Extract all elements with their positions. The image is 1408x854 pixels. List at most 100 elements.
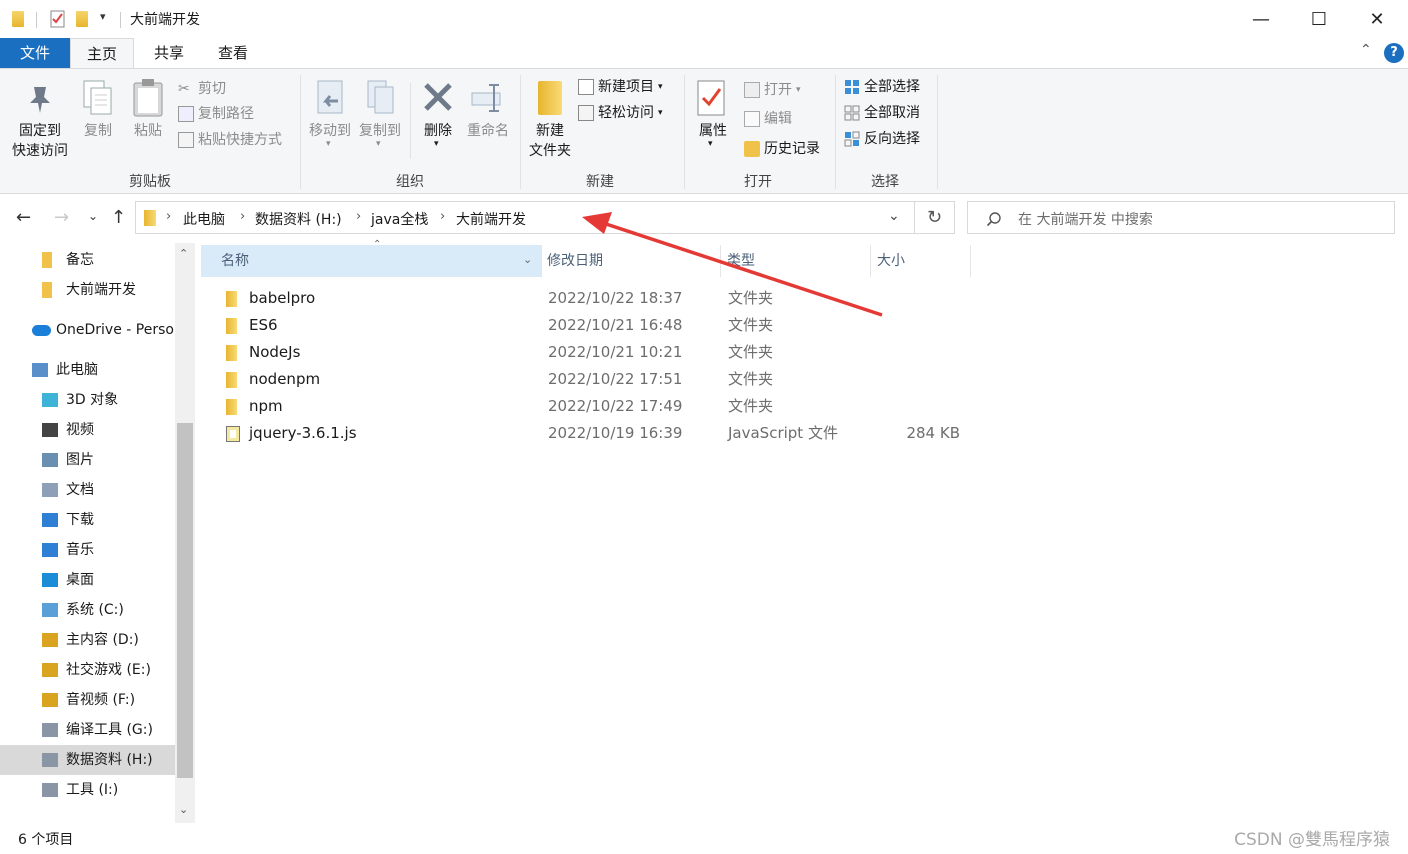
watermark: CSDN @雙馬程序猿 bbox=[1234, 830, 1390, 850]
video-icon bbox=[42, 423, 58, 437]
window-title: 大前端开发 bbox=[130, 12, 200, 28]
cut-button[interactable]: ✂ 剪切 bbox=[178, 79, 226, 99]
up-arrow-icon[interactable]: ↑ bbox=[111, 207, 126, 228]
nav-item[interactable]: 下载 bbox=[0, 505, 175, 535]
delete-button[interactable]: 删除 ▾ bbox=[416, 77, 460, 157]
back-arrow-icon[interactable]: ← bbox=[16, 207, 31, 228]
history-button[interactable]: 历史记录 bbox=[744, 139, 820, 159]
nav-item[interactable]: 文档 bbox=[0, 475, 175, 505]
file-modified: 2022/10/22 18:37 bbox=[548, 289, 683, 307]
file-row[interactable]: nodenpm 2022/10/22 17:51 文件夹 bbox=[220, 366, 980, 393]
nav-item[interactable]: OneDrive - Perso bbox=[0, 315, 175, 345]
file-row[interactable]: NodeJs 2022/10/21 10:21 文件夹 bbox=[220, 339, 980, 366]
collapse-ribbon-icon[interactable]: ⌃ bbox=[1360, 42, 1372, 58]
pin-label-1: 固定到 bbox=[19, 123, 61, 139]
nav-item[interactable]: 主内容 (D:) bbox=[0, 625, 175, 655]
tab-share[interactable]: 共享 bbox=[140, 38, 198, 68]
folder-icon bbox=[226, 291, 237, 307]
nav-item[interactable]: 音乐 bbox=[0, 535, 175, 565]
nav-item[interactable]: 备忘 bbox=[0, 245, 175, 275]
breadcrumb-chevron-icon[interactable]: › bbox=[166, 209, 171, 224]
nav-item[interactable]: 大前端开发 bbox=[0, 275, 175, 305]
file-row[interactable]: babelpro 2022/10/22 18:37 文件夹 bbox=[220, 285, 980, 312]
copy-to-icon bbox=[367, 80, 394, 114]
nav-item[interactable]: 3D 对象 bbox=[0, 385, 175, 415]
column-header-type[interactable]: 类型 bbox=[707, 245, 857, 277]
address-history-chevron-icon[interactable]: ⌄ bbox=[888, 208, 900, 224]
file-size: 284 KB bbox=[906, 424, 960, 442]
help-icon[interactable]: ? bbox=[1384, 43, 1404, 63]
breadcrumb-chevron-icon[interactable]: › bbox=[356, 209, 361, 224]
copy-to-label: 复制到 bbox=[359, 123, 401, 139]
copy-path-button[interactable]: 复制路径 bbox=[178, 104, 254, 124]
column-header-size[interactable]: 大小 bbox=[857, 245, 967, 277]
nav-item[interactable]: 工具 (I:) bbox=[0, 775, 175, 805]
minimize-button[interactable]: — bbox=[1232, 0, 1290, 38]
quick-access-dropdown-icon[interactable]: ▾ bbox=[100, 10, 106, 23]
copy-button[interactable]: 复制 bbox=[78, 77, 118, 147]
refresh-icon[interactable]: ↻ bbox=[915, 201, 955, 234]
tab-home[interactable]: 主页 bbox=[70, 38, 134, 69]
scroll-down-icon[interactable]: ⌄ bbox=[179, 803, 188, 816]
paste-shortcut-button[interactable]: 粘贴快捷方式 bbox=[178, 130, 282, 150]
nav-item[interactable]: 桌面 bbox=[0, 565, 175, 595]
nav-item[interactable]: 音视频 (F:) bbox=[0, 685, 175, 715]
column-headers: 名称 ⌃ ⌄ 修改日期 类型 大小 bbox=[201, 239, 981, 277]
scroll-up-icon[interactable]: ⌃ bbox=[179, 247, 188, 260]
move-to-button[interactable]: 移动到 ▾ bbox=[306, 77, 354, 157]
rename-button[interactable]: 重命名 bbox=[462, 77, 514, 157]
select-all-button[interactable]: 全部选择 bbox=[844, 77, 920, 97]
breadcrumb-this-pc[interactable]: 此电脑 bbox=[183, 209, 225, 229]
invert-selection-button[interactable]: 反向选择 bbox=[844, 129, 920, 149]
close-button[interactable]: ✕ bbox=[1348, 0, 1406, 38]
copy-to-button[interactable]: 复制到 ▾ bbox=[356, 77, 404, 157]
forward-arrow-icon[interactable]: → bbox=[54, 207, 69, 228]
breadcrumb-chevron-icon[interactable]: › bbox=[440, 209, 445, 224]
easy-access-button[interactable]: 轻松访问 ▾ bbox=[578, 103, 663, 123]
select-all-icon bbox=[845, 80, 859, 94]
file-type: 文件夹 bbox=[728, 370, 774, 388]
column-header-modified[interactable]: 修改日期 bbox=[527, 245, 707, 277]
nav-scrollbar[interactable]: ⌃ ⌄ bbox=[175, 243, 195, 823]
recent-locations-chevron-icon[interactable]: ⌄ bbox=[88, 209, 98, 223]
breadcrumb-java[interactable]: java全栈 bbox=[371, 209, 428, 229]
tab-view[interactable]: 查看 bbox=[204, 38, 262, 68]
properties-check-icon[interactable] bbox=[50, 10, 66, 28]
new-group-label: 新建 bbox=[586, 174, 614, 190]
breadcrumb-chevron-icon[interactable]: › bbox=[240, 209, 245, 224]
move-to-dropdown-icon: ▾ bbox=[326, 139, 331, 149]
cut-label: 剪切 bbox=[198, 81, 226, 97]
file-row[interactable]: jquery-3.6.1.js 2022/10/19 16:39 JavaScrip… bbox=[220, 420, 980, 447]
column-header-name[interactable]: 名称 bbox=[201, 245, 541, 277]
nav-item[interactable]: 此电脑 bbox=[0, 355, 175, 385]
nav-scroll-thumb[interactable] bbox=[177, 423, 193, 778]
nav-item[interactable]: 数据资料 (H:) bbox=[0, 745, 175, 775]
pictures-icon bbox=[42, 453, 58, 467]
properties-button[interactable]: 属性 ▾ bbox=[690, 77, 736, 163]
column-divider[interactable] bbox=[970, 245, 971, 277]
breadcrumb-drive-h[interactable]: 数据资料 (H:) bbox=[255, 209, 342, 229]
new-folder-quick-icon[interactable] bbox=[76, 11, 88, 27]
new-folder-button[interactable]: 新建 文件夹 bbox=[524, 77, 576, 163]
file-row[interactable]: npm 2022/10/22 17:49 文件夹 bbox=[220, 393, 980, 420]
nav-item[interactable]: 图片 bbox=[0, 445, 175, 475]
new-item-icon bbox=[578, 79, 594, 95]
group-separator bbox=[520, 75, 521, 189]
nav-item[interactable]: 社交游戏 (E:) bbox=[0, 655, 175, 685]
nav-item[interactable]: 系统 (C:) bbox=[0, 595, 175, 625]
search-box[interactable]: 在 大前端开发 中搜索 bbox=[967, 201, 1395, 234]
invert-selection-icon bbox=[844, 131, 860, 147]
paste-button[interactable]: 粘贴 bbox=[126, 77, 170, 147]
pin-to-quick-access-button[interactable]: 固定到 快速访问 bbox=[6, 77, 74, 167]
new-item-button[interactable]: 新建项目 ▾ bbox=[578, 77, 663, 97]
breadcrumb-current[interactable]: 大前端开发 bbox=[456, 209, 526, 229]
nav-item[interactable]: 视频 bbox=[0, 415, 175, 445]
address-bar[interactable]: › 此电脑 › 数据资料 (H:) › java全栈 › 大前端开发 ⌄ bbox=[135, 201, 915, 234]
maximize-button[interactable]: ☐ bbox=[1290, 0, 1348, 38]
file-row[interactable]: ES6 2022/10/21 16:48 文件夹 bbox=[220, 312, 980, 339]
nav-item[interactable]: 编译工具 (G:) bbox=[0, 715, 175, 745]
select-none-button[interactable]: 全部取消 bbox=[844, 103, 920, 123]
open-button[interactable]: 打开 ▾ bbox=[744, 80, 801, 100]
edit-button[interactable]: 编辑 bbox=[744, 109, 792, 129]
tab-file[interactable]: 文件 bbox=[0, 38, 70, 68]
